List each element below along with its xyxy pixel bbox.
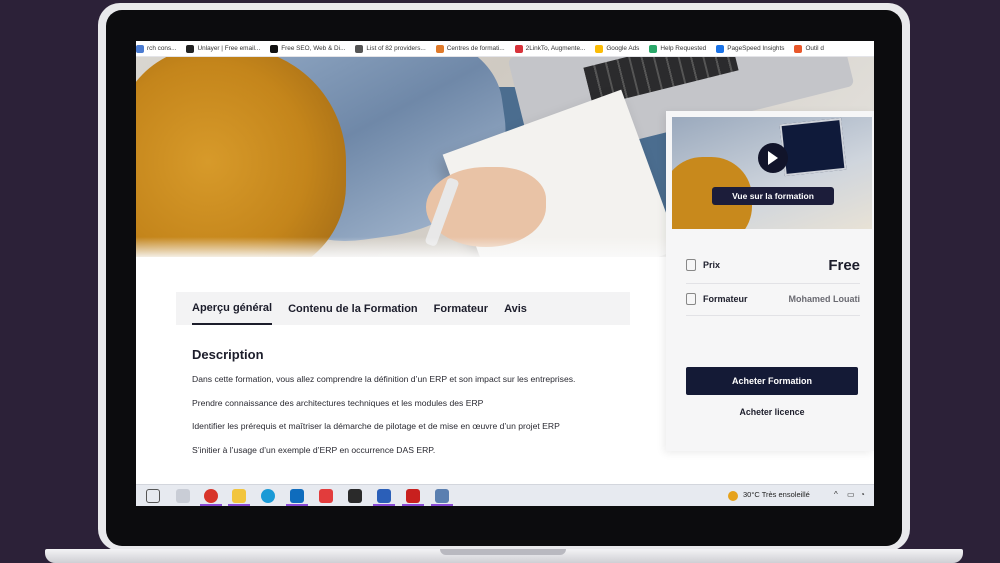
remote-icon[interactable] bbox=[435, 489, 449, 503]
weather-sun-icon[interactable] bbox=[728, 491, 738, 501]
bookmark-icon bbox=[355, 44, 364, 53]
bookmark-1[interactable]: rch cons... bbox=[136, 44, 177, 53]
laptop-screen: rch cons... Unlayer | Free email... Free… bbox=[136, 41, 874, 506]
bookmark-label: Unlayer | Free email... bbox=[197, 45, 261, 52]
buy-course-button[interactable]: Acheter Formation bbox=[686, 367, 858, 395]
bookmark-8[interactable]: Help Requested bbox=[649, 44, 707, 53]
active-indicator bbox=[228, 504, 250, 506]
play-icon bbox=[768, 151, 778, 165]
bookmark-4[interactable]: List of 82 providers... bbox=[355, 44, 426, 53]
file-explorer-icon[interactable] bbox=[232, 489, 246, 503]
word-icon[interactable] bbox=[377, 489, 391, 503]
pagespeed-icon bbox=[716, 44, 725, 53]
bookmark-icon bbox=[270, 44, 279, 53]
sweater-shape bbox=[136, 57, 346, 257]
description-line: S’initier à l’usage d’un exemple d’ERP e… bbox=[192, 445, 436, 455]
davinci-icon[interactable] bbox=[348, 489, 362, 503]
bookmark-6[interactable]: 2LinkTo, Augmente... bbox=[514, 44, 586, 53]
trainer-label: Formateur bbox=[703, 294, 748, 304]
user-icon bbox=[686, 293, 696, 305]
tab-avis[interactable]: Avis bbox=[504, 292, 527, 325]
bookmark-label: Help Requested bbox=[660, 45, 707, 52]
price-value: Free bbox=[828, 256, 860, 274]
price-row: Prix Free bbox=[686, 254, 860, 276]
bookmark-label: rch cons... bbox=[147, 45, 177, 52]
bookmark-3[interactable]: Free SEO, Web & Di... bbox=[270, 44, 346, 53]
active-indicator bbox=[402, 504, 424, 506]
bookmark-icon bbox=[186, 44, 195, 53]
weather-text[interactable]: 30°C Très ensoleillé bbox=[743, 490, 810, 499]
bookmark-5[interactable]: Centres de formati... bbox=[435, 44, 505, 53]
price-tag-icon bbox=[686, 259, 696, 271]
description-line: Dans cette formation, vous allez compren… bbox=[192, 374, 576, 384]
tab-contenu-formation[interactable]: Contenu de la Formation bbox=[288, 292, 418, 325]
bookmark-label: List of 82 providers... bbox=[366, 45, 426, 52]
description-title: Description bbox=[192, 347, 264, 362]
active-indicator bbox=[431, 504, 453, 506]
price-label: Prix bbox=[703, 260, 721, 270]
laptop-notch bbox=[440, 549, 566, 555]
trainer-value: Mohamed Louati bbox=[788, 294, 861, 304]
active-indicator bbox=[286, 504, 308, 506]
bookmark-label: Centres de formati... bbox=[446, 45, 505, 52]
purchase-card: Vue sur la formation Prix Free Formateur… bbox=[666, 111, 874, 451]
description-line: Identifier les prérequis et maîtriser la… bbox=[192, 421, 560, 431]
active-indicator bbox=[200, 504, 222, 506]
battery-icon[interactable]: ▭ bbox=[847, 490, 855, 499]
bookmark-icon bbox=[136, 44, 144, 53]
bookmark-icon bbox=[514, 44, 523, 53]
chrome-icon[interactable] bbox=[204, 489, 218, 503]
video-preview[interactable]: Vue sur la formation bbox=[672, 117, 872, 229]
bookmark-label: Outil d bbox=[805, 45, 824, 52]
video-laptop-shape bbox=[779, 117, 847, 177]
bookmark-label: 2LinkTo, Augmente... bbox=[525, 45, 586, 52]
divider bbox=[686, 315, 860, 316]
active-indicator bbox=[373, 504, 395, 506]
task-view-icon[interactable] bbox=[146, 489, 160, 503]
buy-license-link[interactable]: Acheter licence bbox=[686, 407, 858, 417]
edge-icon[interactable] bbox=[261, 489, 275, 503]
divider bbox=[686, 283, 860, 284]
tab-formateur[interactable]: Formateur bbox=[434, 292, 488, 325]
bookmark-label: Google Ads bbox=[606, 45, 640, 52]
chevron-up-icon[interactable]: ^ bbox=[834, 490, 838, 499]
bookmark-9[interactable]: PageSpeed Insights bbox=[716, 44, 785, 53]
tab-apercu-general[interactable]: Aperçu général bbox=[192, 292, 273, 325]
bookmark-7[interactable]: Google Ads bbox=[595, 44, 640, 53]
bookmark-2[interactable]: Unlayer | Free email... bbox=[186, 44, 261, 53]
bookmark-label: Free SEO, Web & Di... bbox=[281, 45, 346, 52]
course-tabs: Aperçu général Contenu de la Formation F… bbox=[176, 292, 630, 325]
bookmark-icon bbox=[649, 44, 658, 53]
outlook-icon[interactable] bbox=[290, 489, 304, 503]
description-line: Prendre connaissance des architectures t… bbox=[192, 398, 484, 408]
bookmark-icon bbox=[794, 44, 803, 53]
bookmark-10[interactable]: Outil d bbox=[794, 44, 824, 53]
video-label[interactable]: Vue sur la formation bbox=[712, 187, 834, 205]
bookmark-label: PageSpeed Insights bbox=[727, 45, 785, 52]
bookmark-icon bbox=[435, 44, 444, 53]
acrobat-icon[interactable] bbox=[406, 489, 420, 503]
wifi-icon[interactable]: ◔ bbox=[860, 490, 865, 499]
taskbar: 30°C Très ensoleillé ^ ▭ ◔ bbox=[136, 484, 874, 506]
bookmarks-bar: rch cons... Unlayer | Free email... Free… bbox=[136, 41, 874, 57]
trainer-row: Formateur Mohamed Louati bbox=[686, 288, 860, 310]
video-app-icon[interactable] bbox=[319, 489, 333, 503]
app-icon[interactable] bbox=[176, 489, 190, 503]
google-ads-icon bbox=[595, 44, 604, 53]
